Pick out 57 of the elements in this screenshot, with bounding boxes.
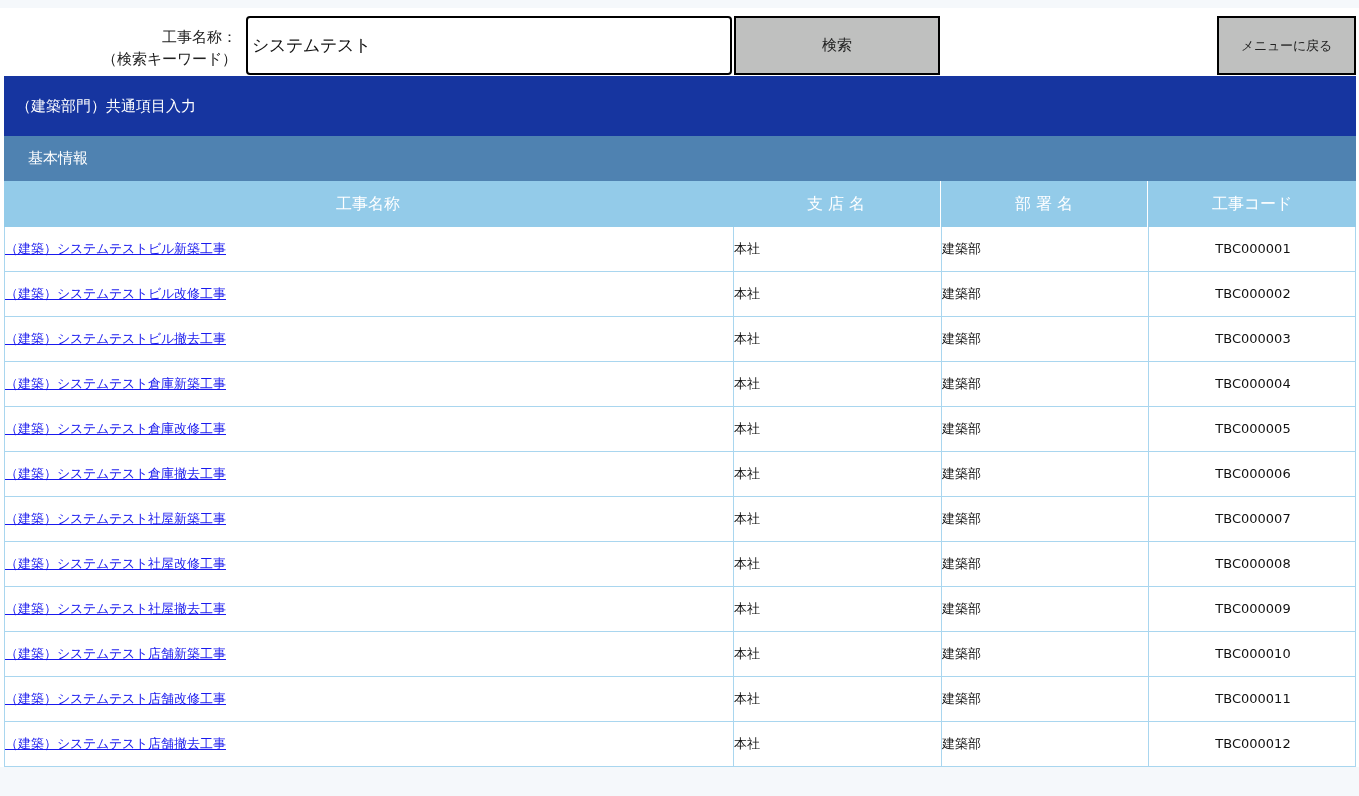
table-cell: TBC000008 [1148, 542, 1357, 586]
table-cell: 建築部 [941, 317, 1148, 361]
table-cell: 建築部 [941, 632, 1148, 676]
table-cell: TBC000007 [1148, 497, 1357, 541]
project-name-link[interactable]: （建築）システムテスト店舗撤去工事 [5, 734, 226, 754]
project-name-link[interactable]: （建築）システムテスト倉庫改修工事 [5, 419, 226, 439]
table-cell: 本社 [733, 272, 941, 316]
table-cell: 本社 [733, 677, 941, 721]
table-cell: 建築部 [941, 407, 1148, 451]
table-cell: TBC000003 [1148, 317, 1357, 361]
menu-button[interactable]: メニューに戻る [1217, 16, 1356, 75]
table-cell: 本社 [733, 632, 941, 676]
column-header: 工事名称 [335, 193, 401, 215]
table-cell: 本社 [733, 317, 941, 361]
column-header: 支 店 名 [805, 193, 867, 215]
project-name-link[interactable]: （建築）システムテスト社屋新築工事 [5, 509, 226, 529]
table-cell: 建築部 [941, 227, 1148, 271]
table-cell: 建築部 [941, 722, 1148, 766]
project-name-link[interactable]: （建築）システムテスト店舗新築工事 [5, 644, 226, 664]
project-name-link[interactable]: （建築）システムテストビル新築工事 [5, 239, 226, 259]
table-cell: 本社 [733, 362, 941, 406]
table-cell: 本社 [733, 407, 941, 451]
table-cell: 建築部 [941, 452, 1148, 496]
title-bar: （建築部門）共通項目入力 [4, 76, 1356, 136]
table-cell: 本社 [733, 227, 941, 271]
project-name-link[interactable]: （建築）システムテスト倉庫撤去工事 [5, 464, 226, 484]
table-cell: 建築部 [941, 272, 1148, 316]
table-cell: 本社 [733, 452, 941, 496]
table-cell: 建築部 [941, 587, 1148, 631]
project-name-link[interactable]: （建築）システムテスト社屋改修工事 [5, 554, 226, 574]
project-name-link[interactable]: （建築）システムテスト社屋撤去工事 [5, 599, 226, 619]
project-name-link[interactable]: （建築）システムテスト店舗改修工事 [5, 689, 226, 709]
project-name-link[interactable]: （建築）システムテストビル撤去工事 [5, 329, 226, 349]
table-cell: TBC000010 [1148, 632, 1357, 676]
table-cell: TBC000001 [1148, 227, 1357, 271]
table-cell: TBC000005 [1148, 407, 1357, 451]
table-cell: 本社 [733, 497, 941, 541]
project-name-link[interactable]: （建築）システムテスト倉庫新築工事 [5, 374, 226, 394]
search-label: （検索キーワード） [102, 49, 237, 70]
table-cell: TBC000011 [1148, 677, 1357, 721]
table-cell: TBC000009 [1148, 587, 1357, 631]
table-cell: TBC000004 [1148, 362, 1357, 406]
table-cell: TBC000002 [1148, 272, 1357, 316]
table-cell: TBC000012 [1148, 722, 1357, 766]
search-field[interactable]: システムテスト [246, 16, 732, 75]
table-cell: 本社 [733, 722, 941, 766]
project-name-link[interactable]: （建築）システムテストビル改修工事 [5, 284, 226, 304]
search-button[interactable]: 検索 [734, 16, 940, 75]
section-bar: 基本情報 [4, 136, 1356, 181]
table-cell: 建築部 [941, 677, 1148, 721]
table-cell: 建築部 [941, 362, 1148, 406]
table-cell: 本社 [733, 542, 941, 586]
table-cell: 本社 [733, 587, 941, 631]
table-cell: TBC000006 [1148, 452, 1357, 496]
table-cell: 建築部 [941, 542, 1148, 586]
table-cell: 建築部 [941, 497, 1148, 541]
search-label: 工事名称： [162, 27, 237, 48]
